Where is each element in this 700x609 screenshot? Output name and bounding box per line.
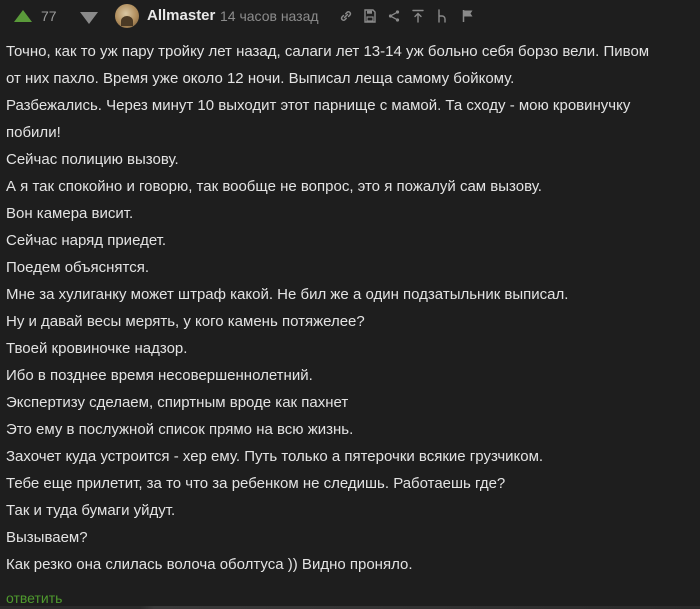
downvote-arrow-icon[interactable]	[80, 12, 98, 24]
upvote-arrow-icon[interactable]	[14, 10, 32, 22]
go-to-parent-icon[interactable]	[410, 8, 426, 24]
link-icon[interactable]	[338, 8, 354, 24]
username[interactable]: Allmaster	[147, 7, 215, 24]
comment-text-line: Это ему в послужной список прямо на всю …	[6, 421, 354, 438]
comment-text-line: Захочет куда устроится - хер ему. Путь т…	[6, 448, 544, 465]
comment-text-line: Тебе еще прилетит, за то что за ребенком…	[6, 475, 506, 492]
avatar[interactable]	[115, 4, 139, 28]
comment-text-line: Так и туда бумаги уйдут.	[6, 502, 176, 519]
comment-time[interactable]: 14 часов назад	[220, 8, 319, 24]
share-icon[interactable]	[386, 8, 402, 24]
comment-text-line: Мне за хулиганку может штраф какой. Не б…	[6, 286, 569, 303]
comment-text-line: Вон камера висит.	[6, 205, 134, 222]
comment-text-line: Точно, как то уж пару тройку лет назад, …	[6, 43, 650, 60]
reply-link[interactable]: ответить	[6, 590, 62, 606]
comment-text-line: Как резко она слилась волоча оболтуса ))…	[6, 556, 413, 573]
comment-header: 77 Allmaster 14 часов назад	[0, 0, 700, 34]
save-icon[interactable]	[362, 8, 378, 24]
comment-text-line: А я так спокойно и говорю, так вообще не…	[6, 178, 542, 195]
comment-text-line: Ибо в позднее время несовершеннолетний.	[6, 367, 313, 384]
comment-text-line: Экспертизу сделаем, спиртным вроде как п…	[6, 394, 349, 411]
comment-text-line: Вызываем?	[6, 529, 88, 546]
comment-text-line: побили!	[6, 124, 61, 141]
comment-text-line: от них пахло. Время уже около 12 ночи. В…	[6, 70, 515, 87]
comment-text-line: Поедем объяснятся.	[6, 259, 150, 276]
comment-text-line: Сейчас наряд приедет.	[6, 232, 167, 249]
comment-text-line: Ну и давай весы мерять, у кого камень по…	[6, 313, 365, 330]
flag-icon[interactable]	[460, 8, 476, 24]
rating-count: 77	[41, 8, 57, 24]
branch-icon[interactable]	[434, 8, 450, 24]
comment-text-line: Твоей кровиночке надзор.	[6, 340, 188, 357]
comment-text-line: Сейчас полицию вызову.	[6, 151, 179, 168]
comment-body: Точно, как то уж пару тройку лет назад, …	[6, 38, 696, 578]
comment-text-line: Разбежались. Через минут 10 выходит этот…	[6, 97, 631, 114]
